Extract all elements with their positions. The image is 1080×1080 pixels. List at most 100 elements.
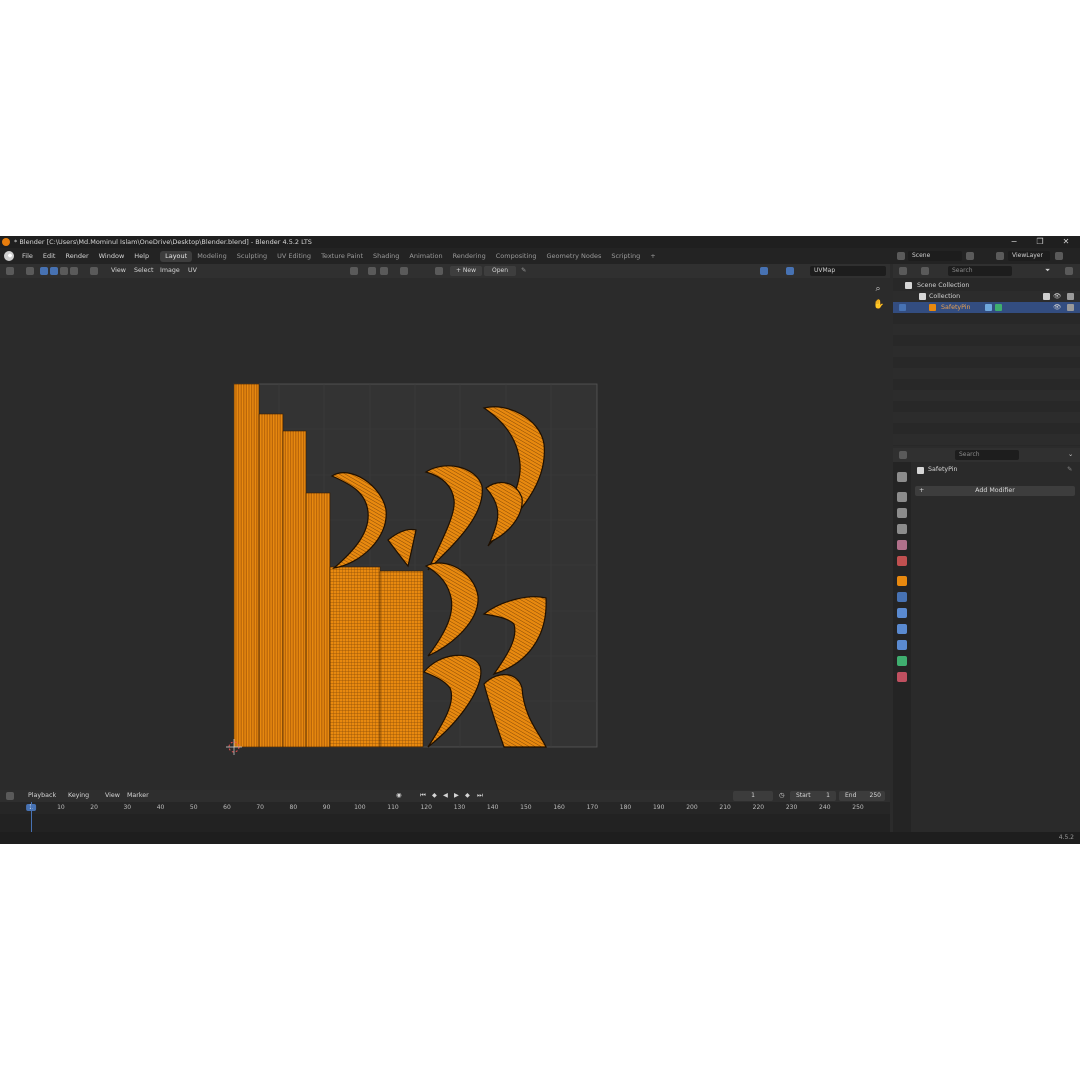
timeline-track-area[interactable]	[0, 802, 890, 832]
uv-map-selector[interactable]: UVMap	[810, 266, 886, 276]
playhead[interactable]	[31, 802, 32, 832]
properties-editor-icon[interactable]	[899, 451, 907, 459]
sync-selection-icon[interactable]	[26, 267, 34, 275]
menu-timeline-view[interactable]: View	[105, 791, 120, 801]
menu-keying[interactable]: Keying	[68, 791, 89, 801]
outliner-row-scene-collection[interactable]: Scene Collection	[893, 280, 1080, 291]
timeline-ruler[interactable]: 1102030405060708090100110120130140150160…	[0, 802, 890, 814]
pin-icon[interactable]: ✎	[521, 266, 526, 276]
outliner-search-input[interactable]: Search	[948, 266, 1012, 276]
sticky-select-icon[interactable]	[90, 267, 98, 275]
new-collection-icon[interactable]	[1065, 267, 1073, 275]
maximize-button[interactable]: ❐	[1028, 236, 1052, 248]
checkbox-icon[interactable]	[1043, 293, 1050, 300]
menu-marker[interactable]: Marker	[127, 791, 149, 801]
tab-uv-editing[interactable]: UV Editing	[272, 251, 316, 262]
view-layer-tab-icon[interactable]	[897, 524, 907, 534]
minimize-button[interactable]: −	[1002, 236, 1026, 248]
tab-texture-paint[interactable]: Texture Paint	[316, 251, 368, 262]
material-tab-icon[interactable]	[897, 672, 907, 682]
start-frame-field[interactable]: Start 1	[790, 791, 836, 801]
camera-icon[interactable]	[1067, 293, 1074, 300]
proportional-edit-icon[interactable]	[400, 267, 408, 275]
menu-image[interactable]: Image	[160, 266, 180, 276]
display-mode-icon[interactable]	[921, 267, 929, 275]
clock-icon[interactable]: ◷	[779, 791, 785, 801]
close-button[interactable]: ✕	[1054, 236, 1078, 248]
tab-rendering[interactable]: Rendering	[448, 251, 491, 262]
snap-target-icon[interactable]	[380, 267, 388, 275]
pin-icon[interactable]: ✎	[1067, 465, 1072, 475]
output-tab-icon[interactable]	[897, 508, 907, 518]
editor-type-icon[interactable]	[6, 267, 14, 275]
new-scene-icon[interactable]	[966, 252, 974, 260]
jump-start-icon[interactable]: ⏮	[420, 791, 426, 801]
object-tab-icon[interactable]	[897, 576, 907, 586]
play-reverse-icon[interactable]: ◀	[443, 791, 448, 801]
uv-layout-canvas[interactable]	[0, 278, 890, 788]
next-keyframe-icon[interactable]: ◆	[465, 791, 470, 801]
add-workspace-button[interactable]: +	[645, 251, 660, 262]
menu-window[interactable]: Window	[94, 252, 130, 260]
outliner-row-safetypin[interactable]: SafetyPin 👁	[893, 302, 1080, 313]
menu-edit[interactable]: Edit	[38, 252, 61, 260]
tab-sculpting[interactable]: Sculpting	[232, 251, 272, 262]
end-frame-field[interactable]: End 250	[839, 791, 885, 801]
menu-help[interactable]: Help	[129, 252, 154, 260]
edge-select-icon[interactable]	[50, 267, 58, 275]
pivot-icon[interactable]	[350, 267, 358, 275]
eye-icon[interactable]: 👁	[1053, 302, 1061, 312]
physics-tab-icon[interactable]	[897, 624, 907, 634]
gizmo-icon[interactable]	[760, 267, 768, 275]
constraints-tab-icon[interactable]	[897, 640, 907, 650]
outliner-row-collection[interactable]: Collection 👁	[893, 291, 1080, 302]
modifier-tab-icon[interactable]	[897, 592, 907, 602]
options-chevron-icon[interactable]: ⌄	[1068, 450, 1073, 460]
blender-menu-icon[interactable]	[4, 251, 14, 261]
data-tab-icon[interactable]	[897, 656, 907, 666]
tab-modeling[interactable]: Modeling	[192, 251, 232, 262]
image-browse-icon[interactable]	[435, 267, 443, 275]
camera-icon[interactable]	[1067, 304, 1074, 311]
edit-mode-icon[interactable]	[899, 304, 906, 311]
eye-icon[interactable]: 👁	[1053, 291, 1061, 301]
world-tab-icon[interactable]	[897, 556, 907, 566]
menu-select[interactable]: Select	[134, 266, 153, 276]
overlay-icon[interactable]	[786, 267, 794, 275]
scene-selector[interactable]: Scene	[908, 251, 962, 261]
menu-view[interactable]: View	[111, 266, 126, 276]
menu-render[interactable]: Render	[60, 252, 93, 260]
current-frame-field[interactable]: 1	[733, 791, 773, 801]
tab-geometry-nodes[interactable]: Geometry Nodes	[542, 251, 607, 262]
render-tab-icon[interactable]	[897, 492, 907, 502]
pan-hand-icon[interactable]: ✋	[873, 300, 884, 310]
menu-file[interactable]: File	[17, 252, 38, 260]
uv-viewport[interactable]: ⌕ ✋	[0, 278, 890, 788]
zoom-icon[interactable]: ⌕	[873, 284, 883, 294]
timeline-editor-icon[interactable]	[6, 792, 14, 800]
scene-tab-icon[interactable]	[897, 540, 907, 550]
open-image-button[interactable]: Open	[484, 266, 516, 276]
jump-end-icon[interactable]: ⏭	[477, 791, 483, 801]
menu-playback[interactable]: Playback	[28, 791, 56, 801]
tab-compositing[interactable]: Compositing	[491, 251, 542, 262]
play-icon[interactable]: ▶	[454, 791, 459, 801]
properties-search-input[interactable]: Search	[955, 450, 1019, 460]
view-layer-selector[interactable]: ViewLayer	[1008, 251, 1050, 261]
add-modifier-button[interactable]: + Add Modifier	[915, 486, 1075, 496]
vertex-select-icon[interactable]	[40, 267, 48, 275]
tab-shading[interactable]: Shading	[368, 251, 404, 262]
particles-tab-icon[interactable]	[897, 608, 907, 618]
prev-keyframe-icon[interactable]: ◆	[432, 791, 437, 801]
snap-icon[interactable]	[368, 267, 376, 275]
new-image-button[interactable]: + New	[450, 266, 482, 276]
filter-icon[interactable]: ⏷	[1045, 266, 1050, 276]
outliner-editor-icon[interactable]	[899, 267, 907, 275]
menu-uv[interactable]: UV	[188, 266, 197, 276]
face-select-icon[interactable]	[60, 267, 68, 275]
tab-layout[interactable]: Layout	[160, 250, 193, 262]
tab-animation[interactable]: Animation	[404, 251, 447, 262]
island-select-icon[interactable]	[70, 267, 78, 275]
record-icon[interactable]: ◉	[396, 791, 402, 801]
tab-scripting[interactable]: Scripting	[606, 251, 645, 262]
